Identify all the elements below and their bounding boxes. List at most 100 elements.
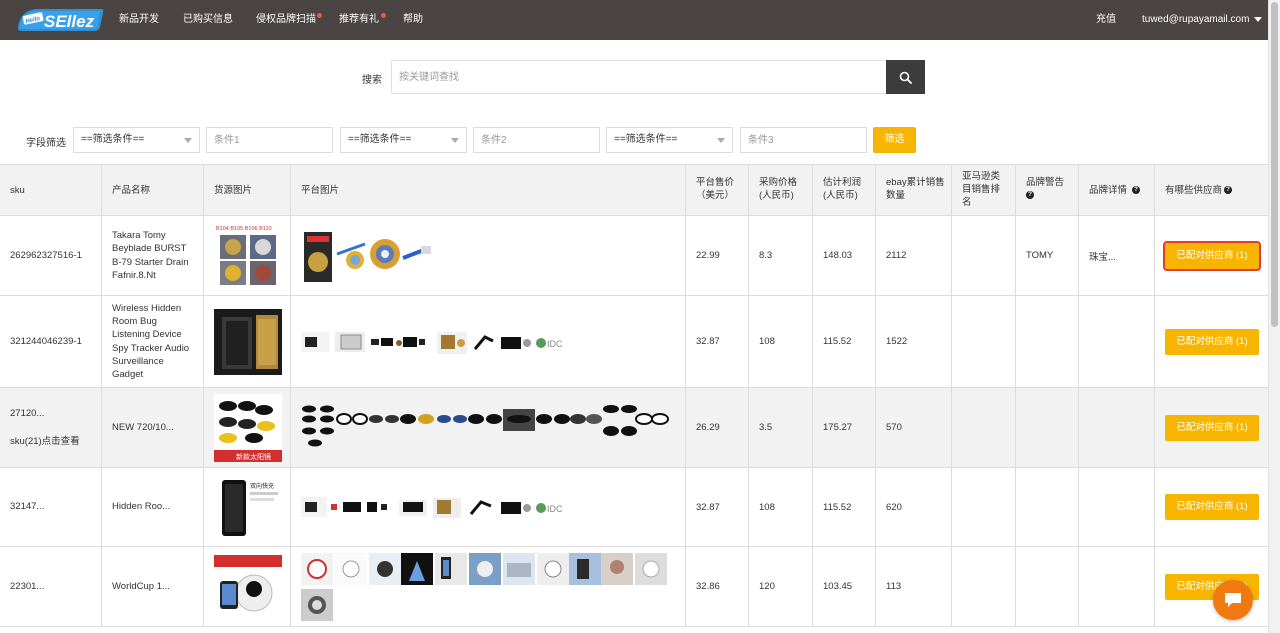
platform-images[interactable]	[301, 226, 441, 286]
sku-cell: 321244046239-1	[10, 335, 82, 347]
platform-images[interactable]: IDC	[301, 492, 571, 522]
search-button[interactable]	[886, 60, 925, 94]
table-row: 22301... WorldCup 1... 32.86 120 103.45 …	[0, 547, 1268, 627]
filter-button[interactable]: 筛选	[873, 127, 916, 153]
purchase-price-cell: 3.5	[748, 388, 812, 467]
sellez-logo[interactable]: Hello SEllez	[14, 5, 106, 35]
question-circle-icon[interactable]: ?	[1132, 186, 1141, 195]
header-platform-image: 平台图片	[290, 165, 685, 215]
table-row: 27120... sku(21)点击查看 NEW 720/10... 新款太阳镜	[0, 388, 1268, 468]
amazon-rank-cell	[951, 388, 1015, 467]
notification-dot	[317, 13, 322, 18]
page-scrollbar[interactable]	[1268, 0, 1280, 633]
profit-cell: 175.27	[812, 388, 875, 467]
amazon-rank-cell	[951, 296, 1015, 387]
condition-2-input[interactable]	[473, 127, 600, 153]
source-image-cell[interactable]	[203, 296, 290, 387]
search-input[interactable]	[391, 60, 887, 94]
nav-item-purchased-info[interactable]: 已购买信息	[183, 0, 233, 40]
header-brand-detail: 品牌详情?	[1078, 165, 1154, 215]
source-image: 新款太阳镜	[214, 393, 282, 462]
source-image-caption: 新款太阳镜	[236, 452, 271, 461]
scrollbar-thumb[interactable]	[1271, 2, 1278, 327]
sku-more-link[interactable]: sku(21)点击查看	[10, 435, 80, 448]
brand-warning-cell	[1015, 468, 1078, 546]
table-row: 321244046239-1 Wireless Hidden Room Bug …	[0, 296, 1268, 388]
sales-cell: 2112	[875, 216, 951, 295]
chat-bubble-icon	[1225, 593, 1241, 607]
nav-item-referral[interactable]: 推荐有礼	[339, 0, 379, 40]
brand-detail-cell	[1078, 547, 1154, 626]
top-navbar: Hello SEllez 新品开发 已购买信息 侵权品牌扫描 推荐有礼 帮助 充…	[0, 0, 1268, 40]
nav-item-new-products[interactable]: 新品开发	[119, 0, 159, 40]
matched-supplier-button[interactable]: 已配对供应商 (1)	[1163, 240, 1261, 271]
platform-images-cell: IDC	[290, 468, 685, 546]
chat-button[interactable]	[1213, 580, 1253, 620]
brand-detail-cell[interactable]: 珠宝...	[1078, 216, 1154, 295]
chevron-down-icon	[717, 138, 725, 143]
brand-detail-cell	[1078, 296, 1154, 387]
platform-images-cell	[290, 216, 685, 295]
product-name-cell: Takara Tomy Beyblade BURST B-79 Starter …	[101, 216, 203, 295]
filter-select-3[interactable]: ==筛选条件==	[606, 127, 733, 153]
condition-3-input[interactable]	[740, 127, 867, 153]
platform-images-cell: IDC	[290, 296, 685, 387]
user-menu[interactable]: tuwed@rupayamail.com	[1142, 0, 1263, 40]
sku-text: 27120...	[10, 408, 45, 420]
header-suppliers: 有哪些供应商?	[1154, 165, 1268, 215]
source-image-cell[interactable]: 双向快充	[203, 468, 290, 546]
source-image	[214, 308, 282, 375]
source-image-cell[interactable]: 新款太阳镜	[203, 388, 290, 467]
question-circle-icon[interactable]: ?	[1224, 186, 1233, 195]
source-image: B104 B105 B106 B110	[214, 222, 282, 289]
platform-price-cell: 32.87	[685, 296, 748, 387]
svg-text:IDC: IDC	[547, 339, 563, 349]
header-brand-warning: 品牌警告?	[1015, 165, 1078, 215]
brand-detail-cell	[1078, 388, 1154, 467]
matched-supplier-button[interactable]: 已配对供应商 (1)	[1165, 414, 1259, 441]
filter-select-1[interactable]: ==筛选条件==	[73, 127, 200, 153]
purchase-price-cell: 120	[748, 547, 812, 626]
sales-cell: 1522	[875, 296, 951, 387]
brand-warning-cell: TOMY	[1015, 216, 1078, 295]
matched-supplier-button[interactable]: 已配对供应商 (1)	[1165, 328, 1259, 355]
nav-item-help[interactable]: 帮助	[403, 0, 423, 40]
profit-cell: 148.03	[812, 216, 875, 295]
platform-images-cell	[290, 547, 685, 626]
sku-cell: 262962327516-1	[10, 249, 82, 261]
profit-cell: 115.52	[812, 296, 875, 387]
product-name-cell: NEW 720/10...	[101, 388, 203, 467]
platform-images[interactable]	[301, 403, 671, 453]
purchase-price-cell: 108	[748, 468, 812, 546]
recharge-link[interactable]: 充值	[1096, 0, 1116, 40]
suppliers-cell: 已配对供应商 (1)	[1154, 388, 1268, 467]
notification-dot	[381, 13, 386, 18]
matched-supplier-button[interactable]: 已配对供应商 (1)	[1165, 494, 1259, 520]
suppliers-cell: 已配对供应商 (1)	[1154, 468, 1268, 546]
purchase-price-cell: 8.3	[748, 216, 812, 295]
caret-down-icon	[1254, 16, 1263, 22]
sales-cell: 620	[875, 468, 951, 546]
header-brand-detail-label: 品牌详情	[1089, 185, 1128, 196]
header-sku: sku	[10, 185, 25, 196]
suppliers-cell: 已配对供应商 (1)	[1154, 547, 1268, 626]
condition-1-input[interactable]	[206, 127, 333, 153]
brand-warning-cell	[1015, 547, 1078, 626]
nav-item-brand-scan[interactable]: 侵权品牌扫描	[256, 0, 316, 40]
brand-detail-cell	[1078, 468, 1154, 546]
platform-images[interactable]	[301, 553, 671, 623]
source-image-cell[interactable]: B104 B105 B106 B110	[203, 216, 290, 295]
svg-text:IDC: IDC	[547, 504, 563, 514]
brand-warning-cell	[1015, 296, 1078, 387]
header-source-image: 货源图片	[203, 165, 290, 215]
question-circle-icon[interactable]: ?	[1026, 191, 1034, 200]
source-image: 双向快充	[214, 474, 282, 540]
platform-price-cell: 22.99	[685, 216, 748, 295]
product-name-cell: Wireless Hidden Room Bug Listening Devic…	[101, 296, 203, 387]
filter-select-2[interactable]: ==筛选条件==	[340, 127, 467, 153]
sales-cell: 113	[875, 547, 951, 626]
source-image-cell[interactable]	[203, 547, 290, 626]
platform-images[interactable]: IDC	[301, 327, 571, 357]
platform-price-cell: 26.29	[685, 388, 748, 467]
header-platform-price: 平台售价（美元）	[685, 165, 748, 215]
